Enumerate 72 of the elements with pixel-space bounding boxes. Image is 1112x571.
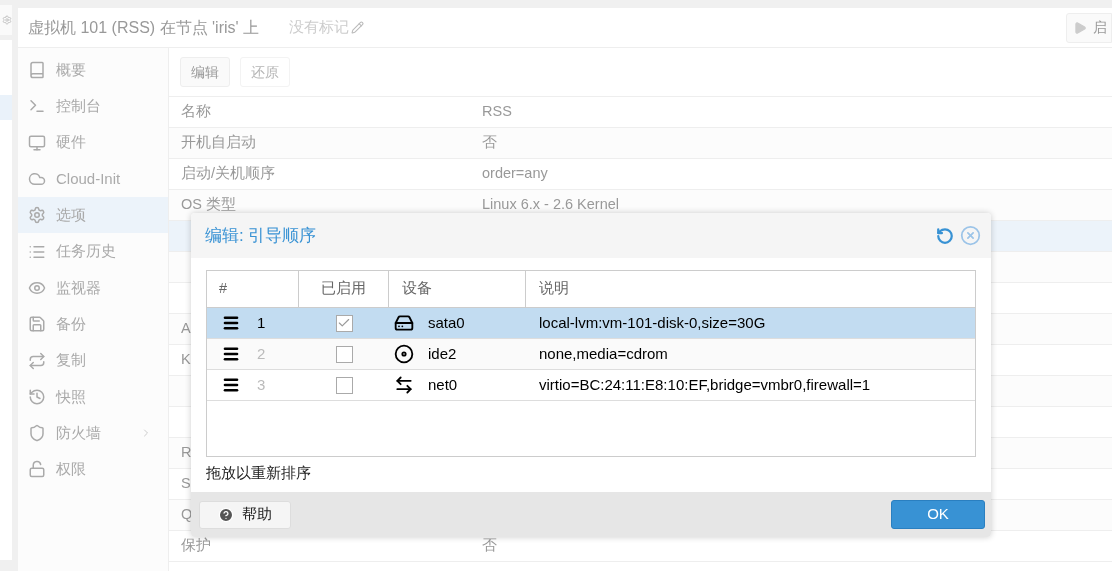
sidebar-item[interactable]: 备份 [18,306,168,343]
option-value: 否 [482,133,497,153]
option-name: R [181,444,192,461]
disc-icon [394,344,414,364]
option-name: 开机自启动 [181,134,256,151]
hint-text: 拖放以重新排序 [206,464,312,483]
boot-index: 2 [257,343,266,364]
option-name: K [181,351,191,368]
device-description: local-lvm:vm-101-disk-0,size=30G [538,312,766,333]
edit-button[interactable]: 编辑 [180,57,230,87]
column-header[interactable]: 设备 [389,271,526,307]
boot-device-row[interactable]: 2 ide2 none,media=cdrom [207,339,975,370]
option-name: 保护 [181,537,211,554]
dialog-title: 编辑: 引导顺序 [205,224,317,247]
sidebar-item[interactable]: 概要 [18,52,168,89]
play-icon [1073,20,1087,35]
boot-device-row[interactable]: 1 sata0 local-lvm:vm-101-disk-0,size=30G [207,308,975,339]
repeat-icon [28,351,46,370]
enabled-checkbox[interactable] [335,314,353,332]
sidebar-item[interactable]: 硬件 [18,124,168,161]
start-button[interactable]: 启 [1066,12,1112,43]
column-header[interactable]: 说明 [526,271,975,307]
option-name: S [181,475,191,492]
option-value: order=any [482,164,548,184]
sidebar-item[interactable]: 控制台 [18,88,168,125]
close-icon[interactable] [960,225,981,246]
device-description: none,media=cdrom [538,343,668,364]
boot-index: 1 [257,312,266,333]
floppy-icon [28,315,46,334]
device-name: sata0 [428,312,465,333]
drag-handle-icon[interactable] [222,345,240,363]
history-icon [28,387,46,406]
boot-index: 3 [257,374,266,395]
reset-icon[interactable] [936,226,954,245]
device-description: virtio=BC:24:11:E8:10:EF,bridge=vmbr0,firewall=1 [538,374,871,395]
ok-button[interactable]: OK [891,500,985,529]
option-name: 名称 [181,103,211,120]
option-value: RSS [482,102,512,122]
arrows-icon [394,375,414,395]
settings-icon [28,206,46,225]
check-icon [337,316,351,330]
sidebar-item[interactable]: 选项 [18,197,168,234]
unlock-icon [28,460,46,479]
option-name: 启动/关机顺序 [181,165,276,182]
sidebar-item[interactable]: 快照 [18,378,168,415]
option-value: 否 [482,536,497,556]
option-name: OS 类型 [181,196,236,213]
option-name: A [181,320,191,337]
enabled-checkbox[interactable] [335,376,353,394]
column-header[interactable]: # [207,271,299,307]
monitor-icon [28,133,46,152]
sidebar-item[interactable]: 复制 [18,342,168,379]
shield-icon [28,424,46,443]
sidebar-item[interactable]: 防火墙 [18,414,168,452]
help-button[interactable]: 帮助 [199,500,291,529]
sidebar-item[interactable]: 监视器 [18,269,168,307]
settings-icon[interactable] [2,15,12,25]
enabled-checkbox[interactable] [335,345,353,363]
help-icon [218,506,234,523]
sidebar-item[interactable]: 权限 [18,451,168,488]
drive-icon [394,313,414,333]
column-header[interactable]: 已启用 [299,271,389,307]
option-value: Linux 6.x - 2.6 Kernel [482,195,620,215]
sidebar-item[interactable]: Cloud-Init [18,160,168,198]
device-name: net0 [428,374,458,395]
drag-handle-icon[interactable] [222,376,240,394]
device-name: ide2 [428,343,457,364]
sidebar-item[interactable]: 任务历史 [18,233,168,270]
window-title: 虚拟机 101 (RSS) 在节点 'iris' 上 [28,17,260,38]
drag-handle-icon[interactable] [222,314,240,332]
pencil-icon [351,21,365,34]
book-icon [28,61,46,80]
